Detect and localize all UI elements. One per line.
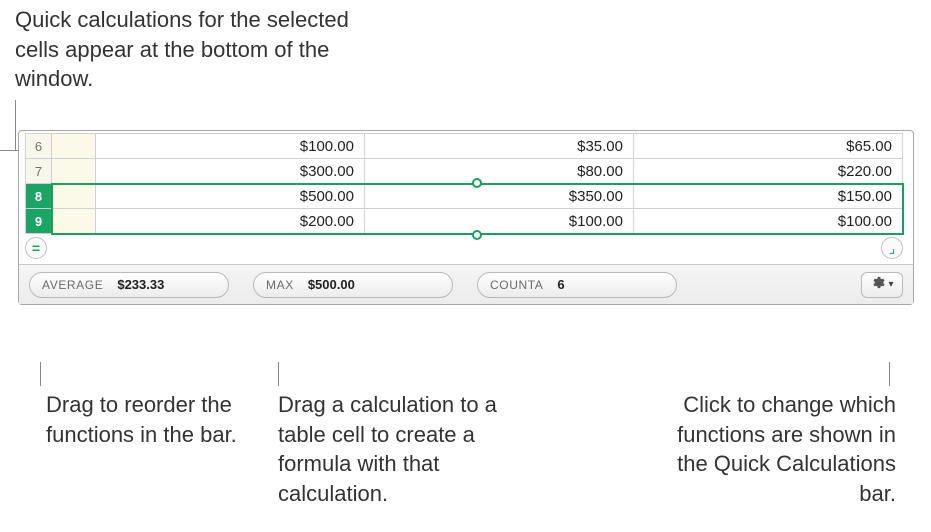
- cell[interactable]: $100.00: [96, 134, 365, 159]
- add-row-button[interactable]: =: [25, 237, 47, 259]
- gear-icon: [870, 275, 885, 295]
- quick-calc-value: $500.00: [308, 277, 355, 292]
- table-row[interactable]: 9$200.00$100.00$100.00: [26, 209, 903, 234]
- quick-calculations-bar: AVERAGE $233.33 MAX $500.00 COUNTA 6 ▾: [19, 264, 913, 304]
- table-row[interactable]: 6 $100.00$35.00$65.00: [26, 134, 903, 159]
- quick-calc-value: $233.33: [117, 277, 164, 292]
- table-resize-handle[interactable]: ⌟: [881, 237, 903, 259]
- quick-calc-function-label: COUNTA: [490, 278, 543, 292]
- spacer-cell[interactable]: [52, 159, 96, 184]
- spreadsheet-window: 6$100.00$35.00$65.007$300.00$80.00$220.0…: [18, 130, 914, 305]
- spreadsheet-grid: 6$100.00$35.00$65.007$300.00$80.00$220.0…: [19, 131, 913, 264]
- leader-line: [15, 100, 16, 150]
- spacer-cell[interactable]: [52, 209, 96, 234]
- callout-gear-change-functions: Click to change which functions are show…: [641, 390, 896, 509]
- row-header[interactable]: 9: [26, 209, 52, 234]
- quick-calc-function-label: AVERAGE: [42, 278, 103, 292]
- table-row[interactable]: 8 $500.00$350.00$150.00: [26, 184, 903, 209]
- quick-calc-pill-counta[interactable]: COUNTA 6: [477, 272, 677, 298]
- leader-line: [889, 362, 890, 386]
- leader-line: [40, 362, 41, 386]
- cell[interactable]: $100.00: [365, 209, 634, 234]
- table-row[interactable]: 7 $300.00$80.00$220.00: [26, 159, 903, 184]
- cell[interactable]: $100.00: [634, 209, 903, 234]
- callout-drag-reorder: Drag to reorder the functions in the bar…: [46, 390, 251, 449]
- quick-calc-pill-average[interactable]: AVERAGE $233.33: [29, 272, 229, 298]
- cell[interactable]: $350.00: [365, 184, 634, 209]
- cell[interactable]: $80.00: [365, 159, 634, 184]
- callout-drag-to-cell: Drag a calculation to a table cell to cr…: [278, 390, 528, 509]
- quick-calc-function-label: MAX: [266, 278, 294, 292]
- cell[interactable]: $150.00: [634, 184, 903, 209]
- cell[interactable]: $35.00: [365, 134, 634, 159]
- spacer-cell[interactable]: [52, 134, 96, 159]
- chevron-down-icon: ▾: [888, 279, 893, 290]
- table[interactable]: 6$100.00$35.00$65.007$300.00$80.00$220.0…: [25, 133, 903, 234]
- quick-calc-pill-max[interactable]: MAX $500.00: [253, 272, 453, 298]
- quick-calc-value: 6: [557, 277, 564, 292]
- row-header[interactable]: 6: [26, 134, 52, 159]
- cell[interactable]: $500.00: [96, 184, 365, 209]
- row-header[interactable]: 7: [26, 159, 52, 184]
- cell[interactable]: $220.00: [634, 159, 903, 184]
- leader-line: [278, 362, 279, 386]
- cell[interactable]: $300.00: [96, 159, 365, 184]
- cell[interactable]: $200.00: [96, 209, 365, 234]
- quick-calculations-settings-button[interactable]: ▾: [861, 272, 903, 298]
- cell[interactable]: $65.00: [634, 134, 903, 159]
- spacer-cell[interactable]: [52, 184, 96, 209]
- row-header[interactable]: 8: [26, 184, 52, 209]
- leader-line: [0, 150, 18, 151]
- callout-quick-calculations: Quick calculations for the selected cell…: [15, 5, 355, 94]
